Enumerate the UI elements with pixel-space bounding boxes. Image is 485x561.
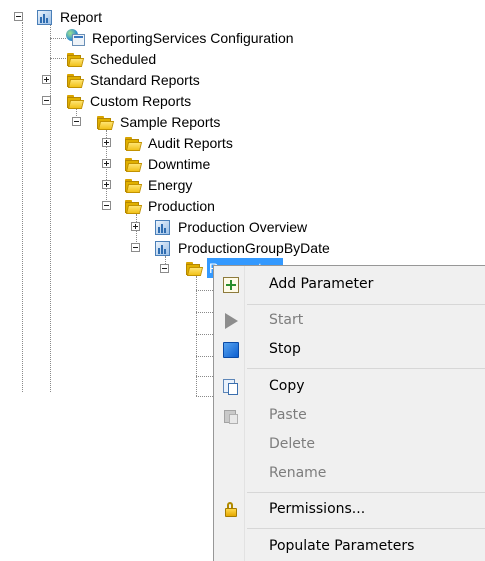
menu-item-permissions[interactable]: Permissions... — [214, 496, 485, 524]
menu-separator — [247, 528, 485, 529]
menu-item-label: Rename — [269, 465, 327, 481]
menu-item-populate-parameters[interactable]: Populate Parameters — [214, 533, 485, 561]
menu-item-label: Add Parameter — [269, 276, 374, 292]
menu-item-add-parameter[interactable]: Add Parameter — [214, 271, 485, 299]
folder-icon — [124, 157, 143, 172]
collapse-toggle[interactable] — [72, 117, 81, 126]
menu-item-copy[interactable]: Copy — [214, 373, 485, 401]
collapse-toggle[interactable] — [131, 243, 140, 252]
tree-line — [50, 107, 51, 392]
tree-line — [196, 334, 213, 335]
tree-node-label: Production — [148, 198, 215, 214]
menu-item-label: Start — [269, 312, 304, 328]
folder-icon — [66, 73, 85, 88]
tree-line — [196, 396, 213, 397]
menu-item-label: Copy — [269, 378, 305, 394]
expand-toggle[interactable] — [131, 222, 140, 231]
tree-node-production-group-by-date[interactable]: ProductionGroupByDate — [154, 238, 332, 258]
tree-line — [50, 38, 66, 39]
folder-icon — [96, 115, 115, 130]
tree-line — [196, 276, 197, 396]
tree-line — [22, 22, 23, 392]
tree-node-reporting-services-configuration[interactable]: ReportingServices Configuration — [66, 28, 296, 48]
menu-separator — [247, 368, 485, 369]
tree-line — [196, 312, 213, 313]
tree-node-energy[interactable]: Energy — [124, 175, 194, 195]
folder-icon — [185, 261, 204, 276]
tree-node-downtime[interactable]: Downtime — [124, 154, 212, 174]
collapse-toggle[interactable] — [160, 264, 169, 273]
tree-node-custom-reports[interactable]: Custom Reports — [66, 91, 193, 111]
tree-line — [196, 376, 213, 377]
expand-toggle[interactable] — [102, 180, 111, 189]
menu-item-delete[interactable]: Delete — [214, 431, 485, 459]
folder-icon — [66, 94, 85, 109]
tree-node-label: ReportingServices Configuration — [92, 30, 294, 46]
folder-icon — [124, 178, 143, 193]
tree-node-label: Audit Reports — [148, 135, 233, 151]
copy-icon — [223, 379, 239, 395]
tree-node-audit-reports[interactable]: Audit Reports — [124, 133, 235, 153]
menu-item-label: Paste — [269, 407, 307, 423]
collapse-toggle[interactable] — [102, 201, 111, 210]
menu-separator — [247, 304, 485, 305]
tree-line — [50, 22, 51, 100]
tree-node-label: Custom Reports — [90, 93, 192, 109]
lock-icon — [223, 502, 239, 518]
collapse-toggle[interactable] — [42, 96, 51, 105]
tree-line — [196, 290, 213, 291]
menu-item-stop[interactable]: Stop — [214, 336, 485, 364]
play-icon — [225, 313, 238, 329]
tree-line — [196, 356, 213, 357]
tree-node-standard-reports[interactable]: Standard Reports — [66, 70, 202, 90]
tree-line — [50, 58, 66, 59]
stop-icon — [223, 342, 239, 358]
collapse-toggle[interactable] — [14, 12, 23, 21]
expand-toggle[interactable] — [102, 159, 111, 168]
globe-window-icon — [66, 29, 86, 47]
tree-node-label: ProductionGroupByDate — [178, 240, 330, 256]
folder-icon — [124, 136, 143, 151]
report-icon — [36, 9, 54, 26]
tree-node-label: Production Overview — [178, 219, 308, 235]
tree-node-label: Standard Reports — [90, 72, 200, 88]
tree-node-scheduled[interactable]: Scheduled — [66, 49, 158, 69]
folder-icon — [124, 199, 143, 214]
expand-toggle[interactable] — [42, 75, 51, 84]
expand-toggle[interactable] — [102, 138, 111, 147]
report-icon — [154, 240, 172, 257]
add-parameter-icon — [223, 277, 239, 293]
menu-item-label: Permissions... — [269, 501, 366, 517]
tree-node-label: Report — [60, 9, 103, 25]
menu-item-label: Stop — [269, 341, 301, 357]
paste-icon — [223, 408, 239, 424]
menu-item-label: Populate Parameters — [269, 538, 415, 554]
folder-icon — [66, 52, 85, 67]
menu-item-start[interactable]: Start — [214, 307, 485, 335]
menu-item-rename[interactable]: Rename — [214, 460, 485, 488]
menu-item-label: Delete — [269, 436, 315, 452]
tree-node-label: Sample Reports — [120, 114, 221, 130]
menu-item-paste[interactable]: Paste — [214, 402, 485, 430]
context-menu: Add Parameter Start Stop Copy Paste Dele… — [213, 265, 485, 561]
tree-node-production[interactable]: Production — [124, 196, 217, 216]
menu-separator — [247, 492, 485, 493]
report-icon — [154, 219, 172, 236]
tree-node-report[interactable]: Report — [36, 7, 104, 27]
tree-node-sample-reports[interactable]: Sample Reports — [96, 112, 222, 132]
tree-node-label: Energy — [148, 177, 193, 193]
tree-node-label: Downtime — [148, 156, 211, 172]
tree-node-label: Scheduled — [90, 51, 157, 67]
tree-node-production-overview[interactable]: Production Overview — [154, 217, 309, 237]
